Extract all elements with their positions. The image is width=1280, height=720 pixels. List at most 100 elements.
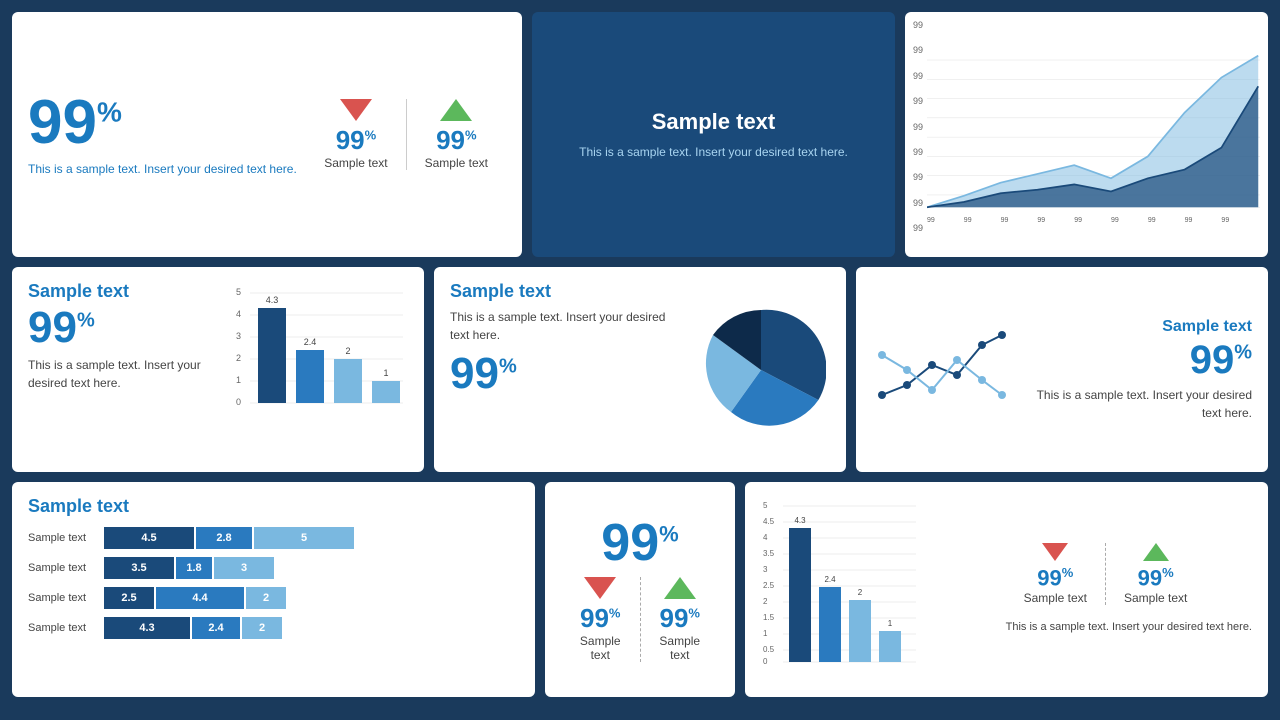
svg-text:2.4: 2.4 [824, 575, 836, 584]
svg-text:4: 4 [236, 309, 241, 319]
card-top-left: 99% This is a sample text. Insert your d… [12, 12, 522, 257]
card-r2-left: Sample text 99% This is a sample text. I… [12, 267, 424, 472]
hbar-label-3: Sample text [28, 592, 100, 604]
ind1-number: 99 [336, 125, 365, 155]
card-r2-mid-info: Sample text This is a sample text. Inser… [450, 281, 682, 458]
hbar-seg1-3: 2.5 [104, 587, 154, 609]
r2-mid-title: Sample text [450, 281, 682, 302]
bar-chart-svg: 5 4 3 2 1 0 4.3 [228, 281, 408, 426]
r2-right-suf: % [1234, 341, 1252, 363]
hbar-seg3-3: 2 [246, 587, 286, 609]
big-percent-suffix: % [97, 96, 122, 127]
arrow-up-icon [440, 99, 472, 121]
r2-left-title: Sample text [28, 281, 220, 302]
r3-right-arrow-up [1143, 543, 1169, 561]
y-axis-labels: 99 99 99 99 99 99 99 99 99 [913, 20, 927, 249]
big-percent-value: 99% [28, 92, 306, 154]
r3-arrow-up-icon [664, 577, 696, 599]
hbar-seg3-4: 2 [242, 617, 282, 639]
row1: 99% This is a sample text. Insert your d… [12, 12, 1268, 257]
svg-text:99: 99 [1037, 217, 1045, 224]
r3-right-ind-row: 99% Sample text 99% Sample text [1006, 543, 1252, 605]
r3-right-ind-down: 99% Sample text [1006, 543, 1105, 605]
hbar-segments-2: 3.5 1.8 3 [104, 557, 274, 579]
hbar-seg2-3: 4.4 [156, 587, 244, 609]
card-r2-mid: Sample text This is a sample text. Inser… [434, 267, 846, 472]
r3-ind2-label: Sample text [659, 634, 702, 662]
svg-text:1: 1 [888, 619, 893, 628]
svg-text:99: 99 [1074, 217, 1082, 224]
r2-left-desc: This is a sample text. Insert your desir… [28, 356, 220, 392]
svg-text:0.5: 0.5 [763, 645, 775, 654]
hbar-seg3-1: 5 [254, 527, 354, 549]
horiz-bar-chart: Sample text 4.5 2.8 5 Sample text 3.5 1.… [28, 527, 519, 639]
card-r3-mid: 99% 99% Sample text 99% Sample text [545, 482, 735, 697]
hbar-segments-1: 4.5 2.8 5 [104, 527, 354, 549]
svg-text:0: 0 [236, 397, 241, 407]
svg-text:1.5: 1.5 [763, 613, 775, 622]
r2-left-percent: 99% [28, 306, 220, 350]
arrow-down-icon [340, 99, 372, 121]
ind2-percent: 99% [436, 125, 476, 156]
card-r2-right: Sample text 99% This is a sample text. I… [856, 267, 1268, 472]
r2-mid-suf: % [499, 355, 517, 377]
svg-text:3.5: 3.5 [763, 549, 775, 558]
svg-text:4.3: 4.3 [794, 516, 806, 525]
hbar-segments-4: 4.3 2.4 2 [104, 617, 282, 639]
svg-text:4: 4 [763, 533, 768, 542]
r2-left-num: 99 [28, 303, 77, 352]
ind1-percent: 99% [336, 125, 376, 156]
card-r3-left: Sample text Sample text 4.5 2.8 5 Sample… [12, 482, 535, 697]
r3-ind1-percent: 99% [580, 603, 620, 634]
hbar-label-2: Sample text [28, 562, 100, 574]
card2-title: Sample text [652, 109, 776, 135]
svg-text:2.4: 2.4 [304, 337, 317, 347]
r3-arrow-down-icon [584, 577, 616, 599]
r3-mid-num: 99 [601, 514, 659, 572]
r3-mid-suf: % [659, 522, 679, 547]
r3-right-ind2-percent: 99% [1138, 565, 1174, 591]
svg-text:99: 99 [1111, 217, 1119, 224]
svg-text:2: 2 [236, 353, 241, 363]
hbar-seg1-2: 3.5 [104, 557, 174, 579]
svg-text:4.3: 4.3 [266, 295, 279, 305]
hbar-seg1-4: 4.3 [104, 617, 190, 639]
r3-ind2-percent: 99% [660, 603, 700, 634]
ind2-number: 99 [436, 125, 465, 155]
mini-line-chart-svg [872, 315, 1012, 425]
svg-text:0: 0 [763, 657, 768, 666]
hbar-label-1: Sample text [28, 532, 100, 544]
r3-indicators: 99% Sample text 99% Sample text [561, 577, 719, 662]
card-r3-right: 5 4.5 4 3.5 3 2.5 2 1.5 1 0.5 0 [745, 482, 1268, 697]
svg-text:3: 3 [763, 565, 768, 574]
svg-text:99: 99 [1001, 217, 1009, 224]
r2-right-desc: This is a sample text. Insert your desir… [1020, 386, 1252, 422]
hbar-seg2-4: 2.4 [192, 617, 240, 639]
r3-ind1-label: Sample text [579, 634, 622, 662]
indicator-down: 99% Sample text [306, 99, 405, 170]
card1-left: 99% This is a sample text. Insert your d… [28, 92, 306, 178]
big-percent-number: 99 [28, 88, 97, 157]
svg-text:3: 3 [236, 331, 241, 341]
hbar-seg1-1: 4.5 [104, 527, 194, 549]
r3-right-arrow-down [1042, 543, 1068, 561]
svg-text:4.5: 4.5 [763, 517, 775, 526]
hbar-row-1: Sample text 4.5 2.8 5 [28, 527, 519, 549]
line-chart-area: 99 99 99 99 99 99 99 99 99 [927, 20, 1260, 249]
r3-right-ind-up: 99% Sample text [1105, 543, 1205, 605]
hbar-label-4: Sample text [28, 622, 100, 634]
r3-right-desc: This is a sample text. Insert your desir… [1006, 619, 1252, 636]
svg-text:99: 99 [964, 217, 972, 224]
r2-right-percent: 99% [1190, 340, 1252, 380]
row3: Sample text Sample text 4.5 2.8 5 Sample… [12, 482, 1268, 697]
card-top-mid: Sample text This is a sample text. Inser… [532, 12, 895, 257]
r3-indicator-down: 99% Sample text [561, 577, 640, 662]
svg-text:2: 2 [345, 346, 350, 356]
r3-right-ind1-percent: 99% [1037, 565, 1073, 591]
r2-right-title: Sample text [1162, 318, 1252, 336]
ind1-suffix: % [365, 127, 377, 142]
svg-text:99: 99 [1185, 217, 1193, 224]
ind2-suffix: % [465, 127, 477, 142]
svg-text:1: 1 [383, 368, 388, 378]
card-top-right: 99 99 99 99 99 99 99 99 99 [905, 12, 1268, 257]
